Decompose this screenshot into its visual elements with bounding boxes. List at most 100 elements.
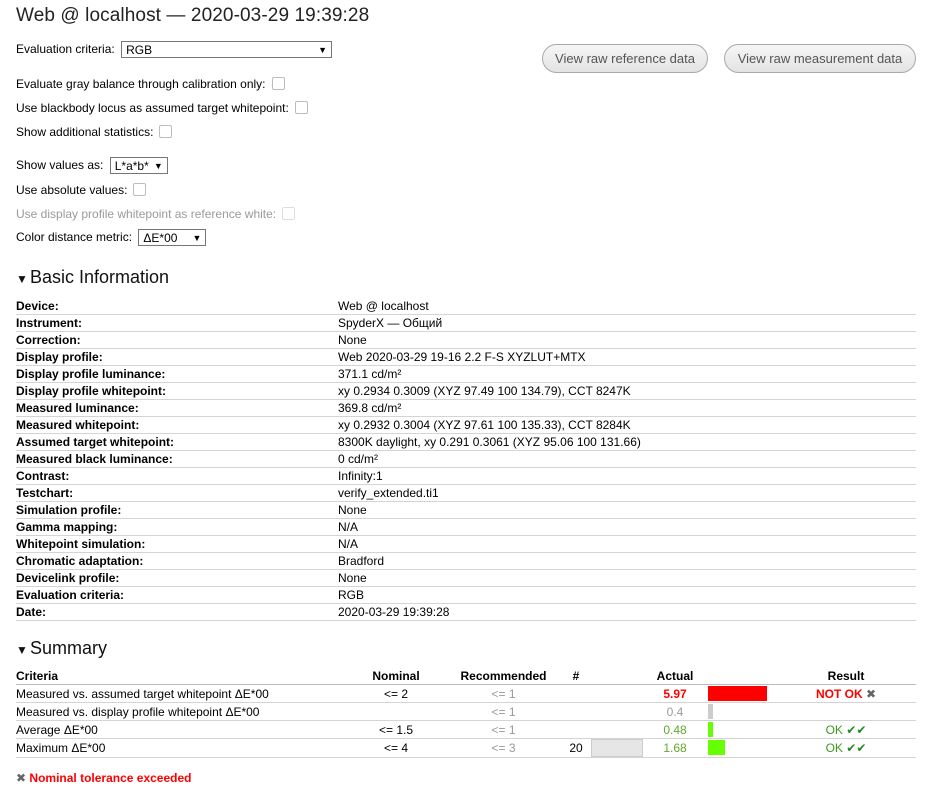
checkmark-icon: ✔ bbox=[846, 722, 857, 737]
gray-balance-label: Evaluate gray balance through calibratio… bbox=[16, 77, 266, 91]
summary-recommended: <= 3 bbox=[446, 738, 561, 758]
blackbody-row: Use blackbody locus as assumed target wh… bbox=[16, 100, 308, 116]
info-row: Device: Web @ localhost bbox=[16, 298, 916, 315]
summary-bar-cell bbox=[706, 720, 776, 739]
info-value: 369.8 cd/m² bbox=[338, 399, 916, 417]
result-text: OK bbox=[825, 722, 843, 737]
info-value: SpyderX — Общий bbox=[338, 314, 916, 332]
info-value: xy 0.2932 0.3004 (XYZ 97.61 100 135.33),… bbox=[338, 416, 916, 434]
chevron-down-icon: ▼ bbox=[153, 161, 163, 172]
summary-criteria: Measured vs. assumed target whitepoint Δ… bbox=[16, 684, 346, 703]
info-row: Chromatic adaptation: Bradford bbox=[16, 552, 916, 570]
summary-criteria: Measured vs. display profile whitepoint … bbox=[16, 702, 346, 721]
summary-nominal: <= 2 bbox=[346, 684, 446, 703]
info-row: Assumed target whitepoint: 8300K daylight… bbox=[16, 433, 916, 451]
page-title: Web @ localhost — 2020-03-29 19:39:28 bbox=[16, 5, 370, 26]
info-value: N/A bbox=[338, 518, 916, 536]
gray-balance-checkbox[interactable] bbox=[271, 77, 285, 90]
info-row: Date: 2020-03-29 19:39:28 bbox=[16, 603, 916, 621]
blackbody-checkbox[interactable] bbox=[294, 101, 308, 114]
summary-result bbox=[776, 702, 916, 721]
summary-bar-cell bbox=[706, 684, 776, 703]
view-raw-reference-button[interactable]: View raw reference data bbox=[542, 44, 708, 73]
info-value: N/A bbox=[338, 535, 916, 553]
summary-count-bar-cell bbox=[591, 738, 644, 758]
info-key: Chromatic adaptation: bbox=[16, 552, 338, 570]
info-value: verify_extended.ti1 bbox=[338, 484, 916, 502]
gray-balance-row: Evaluate gray balance through calibratio… bbox=[16, 76, 285, 92]
col-criteria: Criteria bbox=[16, 668, 346, 685]
summary-row: Average ΔE*00 <= 1.5 <= 1 0.48 OK ✔✔ bbox=[16, 720, 916, 739]
summary-count: 20 bbox=[561, 738, 591, 758]
summary-count-bar-cell bbox=[591, 720, 644, 739]
info-value: 2020-03-29 19:39:28 bbox=[338, 603, 916, 621]
info-key: Simulation profile: bbox=[16, 501, 338, 519]
info-value: Bradford bbox=[338, 552, 916, 570]
info-row: Measured black luminance: 0 cd/m² bbox=[16, 450, 916, 468]
summary-actual: 1.68 bbox=[644, 738, 706, 758]
actual-bar bbox=[708, 686, 767, 701]
info-row: Testchart: verify_extended.ti1 bbox=[16, 484, 916, 502]
evaluation-criteria-label: Evaluation criteria: bbox=[16, 42, 115, 56]
summary-nominal: <= 4 bbox=[346, 738, 446, 758]
absolute-values-row: Use absolute values: bbox=[16, 182, 147, 198]
additional-stats-checkbox[interactable] bbox=[159, 125, 173, 138]
info-key: Gamma mapping: bbox=[16, 518, 338, 536]
footer-message-row: ✖ Nominal tolerance exceeded bbox=[16, 771, 191, 785]
additional-stats-row: Show additional statistics: bbox=[16, 124, 173, 140]
info-key: Evaluation criteria: bbox=[16, 586, 338, 604]
summary-recommended: <= 1 bbox=[446, 702, 561, 721]
view-raw-measurement-button[interactable]: View raw measurement data bbox=[724, 44, 916, 73]
info-row: Measured luminance: 369.8 cd/m² bbox=[16, 399, 916, 417]
absolute-values-label: Use absolute values: bbox=[16, 183, 128, 197]
info-key: Contrast: bbox=[16, 467, 338, 485]
summary-actual: 0.4 bbox=[644, 702, 706, 721]
evaluation-criteria-row: Evaluation criteria: RGB ▼ bbox=[16, 41, 333, 59]
info-key: Whitepoint simulation: bbox=[16, 535, 338, 553]
col-bar bbox=[706, 668, 776, 685]
info-row: Gamma mapping: N/A bbox=[16, 518, 916, 536]
result-text: OK bbox=[825, 741, 843, 755]
info-value: None bbox=[338, 569, 916, 587]
info-key: Display profile luminance: bbox=[16, 365, 338, 383]
summary-count bbox=[561, 702, 591, 721]
color-distance-select[interactable]: ΔE*00 ▼ bbox=[138, 229, 207, 247]
col-nominal: Nominal bbox=[346, 668, 446, 685]
blackbody-label: Use blackbody locus as assumed target wh… bbox=[16, 101, 289, 115]
summary-count bbox=[561, 720, 591, 739]
info-row: Measured whitepoint: xy 0.2932 0.3004 (XY… bbox=[16, 416, 916, 434]
info-key: Device: bbox=[16, 298, 338, 315]
info-value: xy 0.2934 0.3009 (XYZ 97.49 100 134.79),… bbox=[338, 382, 916, 400]
info-row: Display profile whitepoint: xy 0.2934 0.3… bbox=[16, 382, 916, 400]
chevron-down-icon: ▼ bbox=[192, 233, 202, 244]
summary-count-bar-cell bbox=[591, 702, 644, 721]
evaluation-criteria-select[interactable]: RGB ▼ bbox=[121, 41, 333, 59]
summary-recommended: <= 1 bbox=[446, 720, 561, 739]
info-value: Web @ localhost bbox=[338, 298, 916, 315]
summary-heading[interactable]: ▼ Summary bbox=[16, 638, 107, 659]
absolute-values-checkbox[interactable] bbox=[133, 183, 147, 196]
tolerance-message: Nominal tolerance exceeded bbox=[29, 771, 192, 785]
info-row: Display profile luminance: 371.1 cd/m² bbox=[16, 365, 916, 383]
basic-info-heading[interactable]: ▼ Basic Information bbox=[16, 267, 169, 288]
checkmark-icon: ✔ bbox=[856, 722, 867, 737]
info-key: Correction: bbox=[16, 331, 338, 349]
summary-nominal bbox=[346, 702, 446, 721]
summary-criteria: Average ΔE*00 bbox=[16, 720, 346, 739]
summary-row: Maximum ΔE*00 <= 4 <= 3 20 1.68 OK ✔✔ bbox=[16, 738, 916, 758]
summary-criteria: Maximum ΔE*00 bbox=[16, 738, 346, 758]
info-key: Date: bbox=[16, 603, 338, 621]
summary-actual: 5.97 bbox=[644, 684, 706, 703]
summary-row: Measured vs. assumed target whitepoint Δ… bbox=[16, 684, 916, 703]
close-x-icon: ✖ bbox=[16, 771, 27, 785]
info-row: Correction: None bbox=[16, 331, 916, 349]
display-profile-wp-label: Use display profile whitepoint as refere… bbox=[16, 207, 277, 221]
show-values-select[interactable]: L*a*b* ▼ bbox=[109, 157, 168, 175]
summary-actual: 0.48 bbox=[644, 720, 706, 739]
summary-bar-cell bbox=[706, 738, 776, 758]
col-count: # bbox=[561, 668, 591, 685]
summary-result: NOT OK ✖ bbox=[776, 684, 916, 703]
info-key: Measured whitepoint: bbox=[16, 416, 338, 434]
info-key: Display profile: bbox=[16, 348, 338, 366]
display-profile-wp-checkbox bbox=[282, 207, 296, 220]
